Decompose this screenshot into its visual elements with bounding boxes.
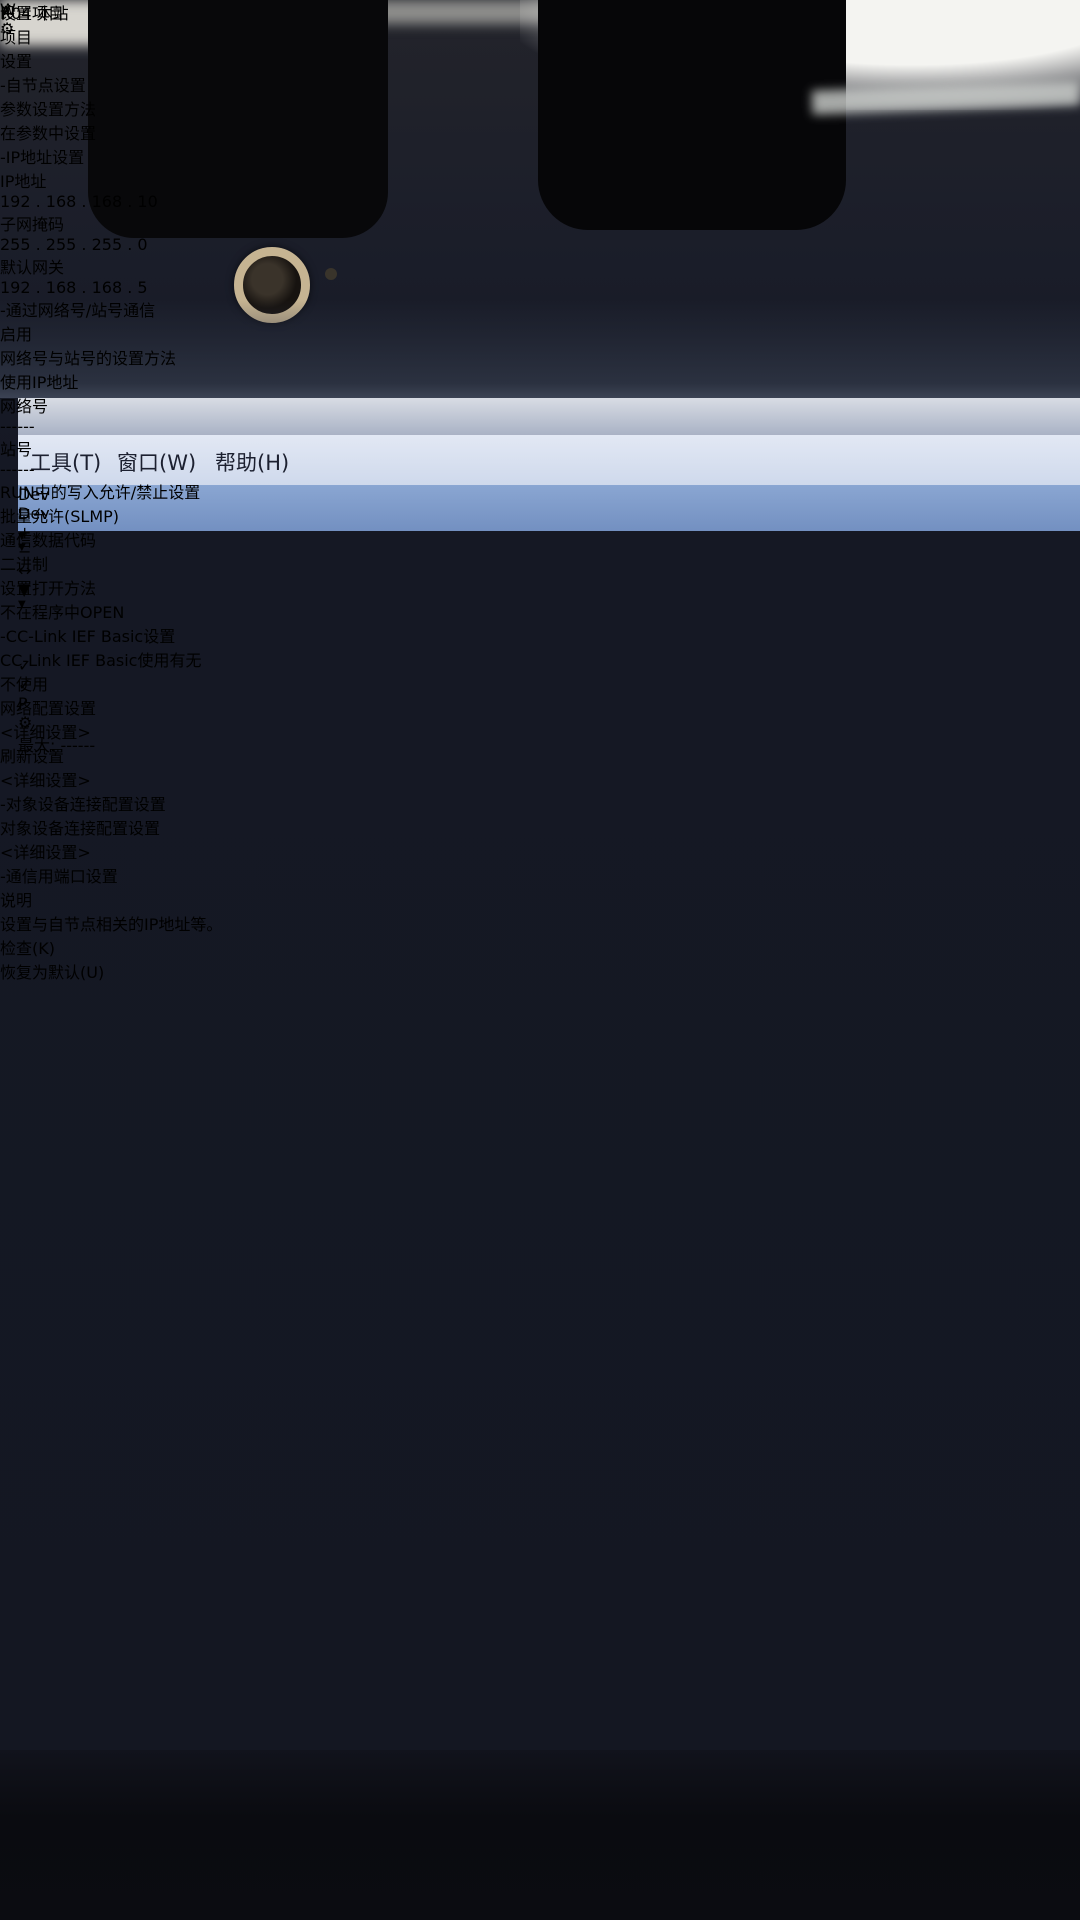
table-row: 设置打开方法不在程序中OPEN bbox=[0, 575, 222, 623]
table-row: 参数设置方法在参数中设置 bbox=[0, 96, 222, 144]
item-label: CC-Link IEF Basic使用有无 bbox=[0, 651, 201, 670]
table-row: RUN中的写入允许/禁止设置批量允许(SLMP) bbox=[0, 479, 222, 527]
item-label: RUN中的写入允许/禁止设置 bbox=[0, 483, 200, 502]
table-row: 通信数据代码二进制 bbox=[0, 527, 222, 575]
table-row: 网络号------ bbox=[0, 393, 222, 436]
value-cell[interactable]: 二进制 bbox=[0, 551, 222, 575]
item-label: 设置打开方法 bbox=[0, 579, 96, 598]
item-label: 网络号 bbox=[0, 397, 48, 416]
item-label: 对象设备连接配置设置 bbox=[6, 795, 166, 814]
value-cell[interactable]: 192 . 168 . 168 . 10 bbox=[0, 192, 222, 211]
item-cell[interactable]: 网络配置设置 bbox=[0, 695, 222, 719]
item-cell[interactable]: -通信用端口设置 bbox=[0, 863, 222, 887]
check-button[interactable]: 检查(K) bbox=[0, 935, 222, 959]
value-cell[interactable]: 批量允许(SLMP) bbox=[0, 503, 222, 527]
laptop-photo: 工具(T)窗口(W)帮助(H) Dev Dev + − ↔ ▼ ▼ ✓ ✓ P … bbox=[0, 0, 1080, 1920]
item-label: 参数设置方法 bbox=[0, 100, 96, 119]
item-cell[interactable]: IP地址 bbox=[0, 168, 222, 192]
table-row: 刷新设置<详细设置> bbox=[0, 743, 222, 791]
restore-default-button[interactable]: 恢复为默认(U) bbox=[0, 959, 222, 983]
hinge-shadow bbox=[538, 0, 846, 230]
settings-rows: -自节点设置参数设置方法在参数中设置-IP地址设置IP地址192 . 168 .… bbox=[0, 72, 222, 887]
item-cell[interactable]: 网络号与站号的设置方法 bbox=[0, 345, 222, 369]
value-cell[interactable]: 192 . 168 . 168 . 5 bbox=[0, 278, 222, 297]
menu-help[interactable]: 帮助(H) bbox=[215, 447, 289, 477]
description-header: 说明 bbox=[0, 887, 222, 911]
value-cell[interactable]: <详细设置> bbox=[0, 839, 222, 863]
table-row: -CC-Link IEF Basic设置 bbox=[0, 623, 222, 647]
settings-table: 项目 设置 -自节点设置参数设置方法在参数中设置-IP地址设置IP地址192 .… bbox=[0, 24, 222, 887]
item-label: 自节点设置 bbox=[6, 76, 86, 95]
item-label: 通信用端口设置 bbox=[6, 867, 118, 886]
item-cell[interactable]: -对象设备连接配置设置 bbox=[0, 791, 222, 815]
value-cell[interactable]: 启用 bbox=[0, 321, 222, 345]
table-row: CC-Link IEF Basic使用有无不使用 bbox=[0, 647, 222, 695]
table-row: -自节点设置 bbox=[0, 72, 222, 96]
table-row: IP地址192 . 168 . 168 . 10 bbox=[0, 168, 222, 211]
item-label: 通过网络号/站号通信 bbox=[6, 301, 155, 320]
gear-glyph: ⚙ bbox=[0, 19, 14, 38]
table-row: -IP地址设置 bbox=[0, 144, 222, 168]
item-cell[interactable]: -IP地址设置 bbox=[0, 144, 222, 168]
table-row: -对象设备连接配置设置 bbox=[0, 791, 222, 815]
item-cell[interactable]: 网络号 bbox=[0, 393, 222, 417]
description-text: 设置与自节点相关的IP地址等。 bbox=[0, 911, 222, 935]
item-label: 站号 bbox=[0, 440, 32, 459]
table-row: 默认网关192 . 168 . 168 . 5 bbox=[0, 254, 222, 297]
table-row: -通信用端口设置 bbox=[0, 863, 222, 887]
item-cell[interactable]: 站号 bbox=[0, 436, 222, 460]
table-row: 网络号与站号的设置方法使用IP地址 bbox=[0, 345, 222, 393]
table-row: 网络配置设置<详细设置> bbox=[0, 695, 222, 743]
item-cell[interactable]: 参数设置方法 bbox=[0, 96, 222, 120]
item-label: IP地址 bbox=[0, 172, 46, 191]
item-label: 网络配置设置 bbox=[0, 699, 96, 718]
value-cell[interactable]: 不在程序中OPEN bbox=[0, 599, 222, 623]
table-row: 对象设备连接配置设置<详细设置> bbox=[0, 815, 222, 863]
security-shield-icon[interactable]: ✓ bbox=[0, 0, 13, 19]
item-cell[interactable]: 通信数据代码 bbox=[0, 527, 222, 551]
setting-item-dialog: 设置项目 项目 设置 -自节点设置参数设置方法在参数中设置-IP地址设置IP地址… bbox=[0, 0, 222, 983]
item-cell[interactable]: RUN中的写入允许/禁止设置 bbox=[0, 479, 222, 503]
item-label: 通信数据代码 bbox=[0, 531, 96, 550]
webcam-led bbox=[325, 268, 337, 280]
item-label: 默认网关 bbox=[0, 258, 64, 277]
column-header-setting: 设置 bbox=[0, 48, 222, 72]
item-cell[interactable]: -通过网络号/站号通信 bbox=[0, 297, 222, 321]
value-cell[interactable]: 使用IP地址 bbox=[0, 369, 222, 393]
item-cell[interactable]: 默认网关 bbox=[0, 254, 222, 278]
value-cell[interactable]: 不使用 bbox=[0, 671, 222, 695]
item-cell[interactable]: 设置打开方法 bbox=[0, 575, 222, 599]
item-cell[interactable]: 对象设备连接配置设置 bbox=[0, 815, 222, 839]
table-row: -通过网络号/站号通信启用 bbox=[0, 297, 222, 345]
item-label: 刷新设置 bbox=[0, 747, 64, 766]
laptop-base bbox=[0, 1750, 1080, 1920]
value-cell[interactable]: <详细设置> bbox=[0, 767, 222, 791]
item-cell[interactable]: -自节点设置 bbox=[0, 72, 222, 96]
item-label: 对象设备连接配置设置 bbox=[0, 819, 160, 838]
item-cell[interactable]: 刷新设置 bbox=[0, 743, 222, 767]
value-cell[interactable]: 255 . 255 . 255 . 0 bbox=[0, 235, 222, 254]
table-row: 站号------ bbox=[0, 436, 222, 479]
item-label: CC-Link IEF Basic设置 bbox=[6, 627, 175, 646]
item-cell[interactable]: -CC-Link IEF Basic设置 bbox=[0, 623, 222, 647]
item-label: 网络号与站号的设置方法 bbox=[0, 349, 176, 368]
item-label: IP地址设置 bbox=[6, 148, 84, 167]
table-row: 子网掩码255 . 255 . 255 . 0 bbox=[0, 211, 222, 254]
value-cell[interactable]: ------ bbox=[0, 460, 222, 479]
item-label: 子网掩码 bbox=[0, 215, 64, 234]
item-cell[interactable]: 子网掩码 bbox=[0, 211, 222, 235]
value-cell[interactable]: <详细设置> bbox=[0, 719, 222, 743]
value-cell[interactable]: 在参数中设置 bbox=[0, 120, 222, 144]
item-cell[interactable]: CC-Link IEF Basic使用有无 bbox=[0, 647, 222, 671]
gear-icon[interactable]: ⚙ bbox=[0, 19, 36, 38]
value-cell[interactable]: ------ bbox=[0, 417, 222, 436]
